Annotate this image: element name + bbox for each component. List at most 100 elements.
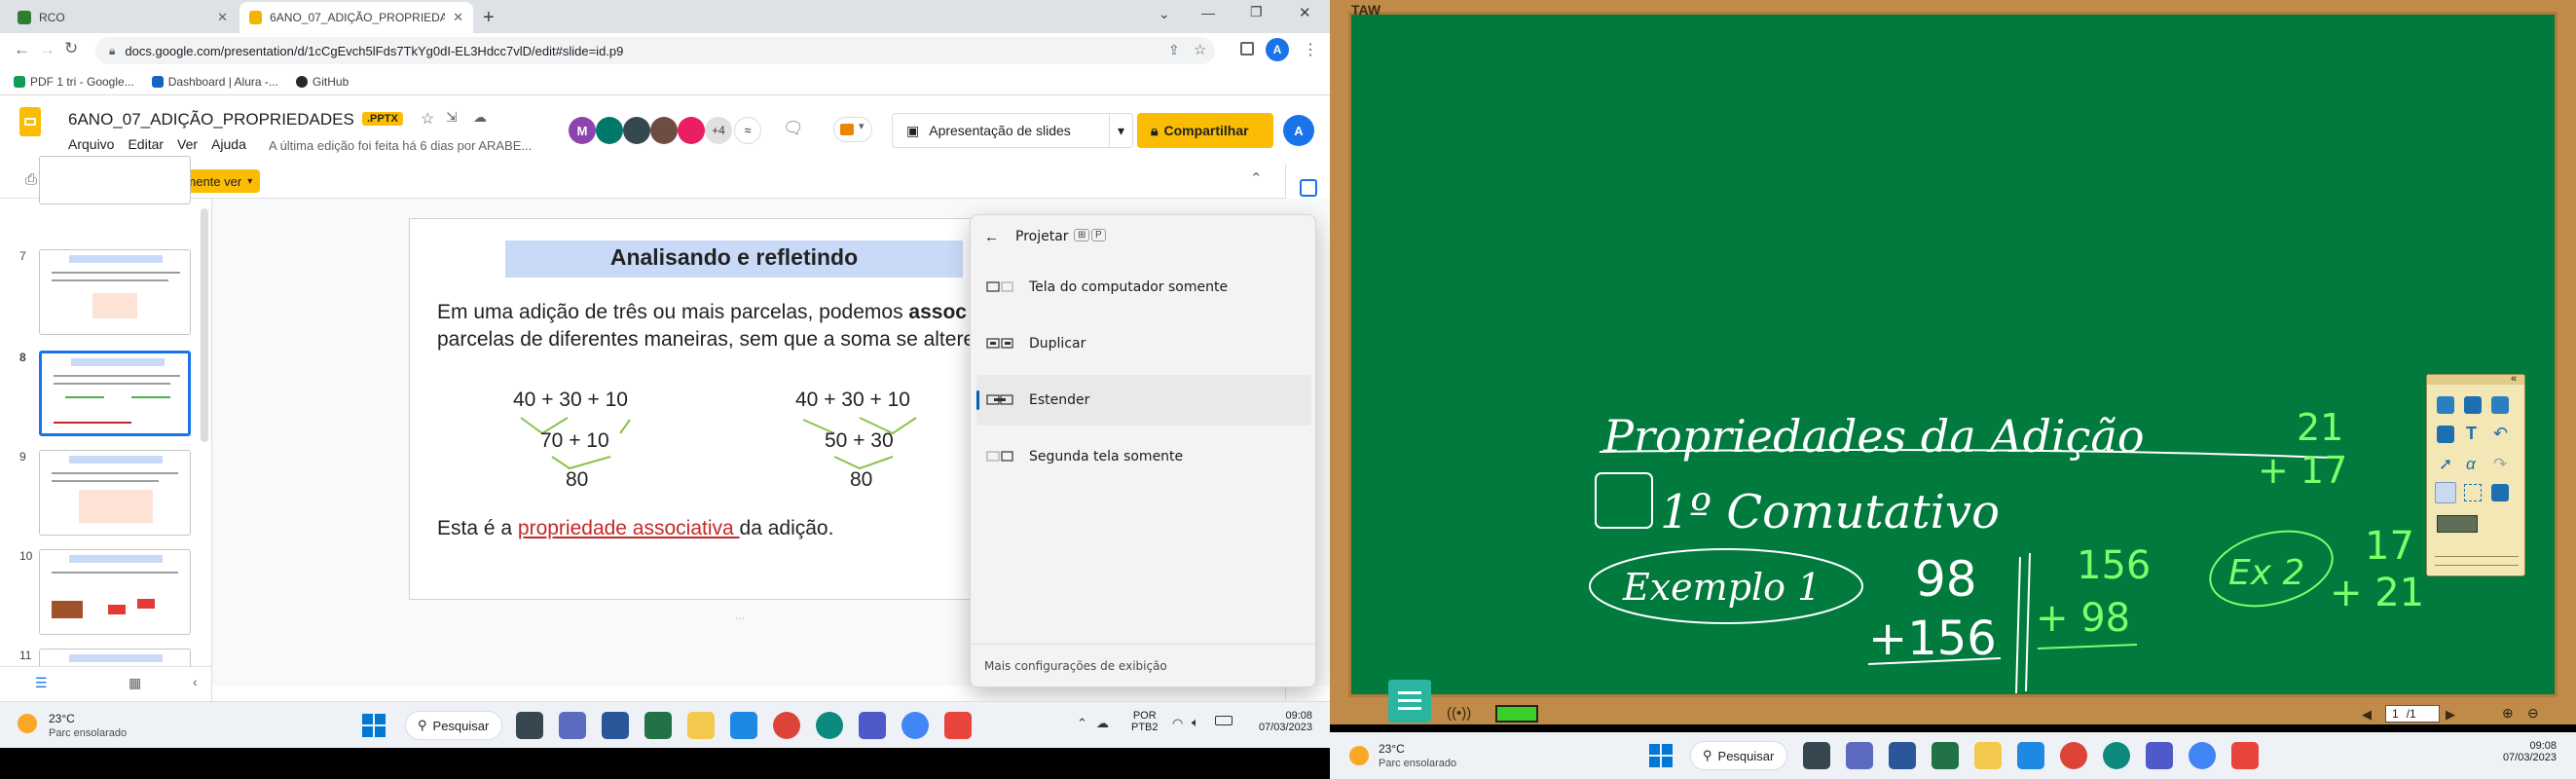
store-icon[interactable] bbox=[730, 712, 757, 739]
bookmark-pdf[interactable]: PDF 1 tri - Google... bbox=[14, 75, 134, 89]
wifi-icon[interactable]: ◠ bbox=[1172, 716, 1183, 731]
prev-page-icon[interactable]: ◀ bbox=[2362, 707, 2372, 723]
menu-arquivo[interactable]: Arquivo bbox=[68, 136, 114, 152]
taw-app-icon[interactable] bbox=[2231, 742, 2259, 769]
bookmark-github[interactable]: GitHub bbox=[295, 75, 349, 89]
weather-temp[interactable]: 23°C bbox=[1379, 742, 1405, 756]
file-explorer-icon[interactable] bbox=[1974, 742, 2002, 769]
slide-thumbnail-8-selected[interactable] bbox=[39, 351, 191, 436]
slide-thumbnail-7[interactable] bbox=[39, 249, 191, 335]
activity-icon[interactable]: ≈ bbox=[734, 117, 761, 144]
start-icon[interactable] bbox=[362, 714, 386, 737]
taskbar-search[interactable]: ⚲ Pesquisar bbox=[1690, 741, 1787, 770]
pen-tool-icon[interactable]: α bbox=[2466, 455, 2476, 474]
chrome-profile-icon[interactable] bbox=[902, 712, 929, 739]
word-icon[interactable] bbox=[602, 712, 629, 739]
back-icon[interactable]: ← bbox=[14, 40, 30, 59]
board-color-swatch[interactable] bbox=[2437, 515, 2478, 533]
option-duplicate[interactable]: Duplicar bbox=[976, 318, 1311, 369]
bookmark-alura[interactable]: Dashboard | Alura -... bbox=[151, 75, 278, 89]
eraser-tool-icon[interactable] bbox=[2437, 426, 2454, 443]
volume-icon[interactable]: 🔈︎ bbox=[1192, 715, 1199, 730]
meet-button[interactable]: ▾ bbox=[833, 117, 872, 142]
browser-menu-icon[interactable]: ⋮ bbox=[1303, 40, 1318, 59]
slides-logo-icon[interactable] bbox=[19, 107, 41, 136]
present-options-button[interactable]: ▾ bbox=[1109, 113, 1134, 148]
tab-slides[interactable]: 6ANO_07_ADIÇÃO_PROPRIEDADES ✕ bbox=[239, 2, 473, 33]
meet-chat-icon[interactable] bbox=[559, 712, 586, 739]
last-edit-note[interactable]: A última edição foi feita há 6 dias por … bbox=[269, 138, 532, 153]
taskbar-search[interactable]: ⚲ Pesquisar bbox=[405, 711, 502, 740]
menu-ajuda[interactable]: Ajuda bbox=[211, 136, 246, 152]
menu-editar[interactable]: Editar bbox=[128, 136, 164, 152]
task-view-icon[interactable] bbox=[1803, 742, 1830, 769]
weather-sun-icon[interactable] bbox=[1349, 746, 1369, 765]
collaborator-avatar[interactable] bbox=[678, 117, 705, 144]
side-app-icon[interactable] bbox=[1300, 179, 1317, 197]
weather-sun-icon[interactable] bbox=[18, 714, 37, 733]
tab-rco[interactable]: RCO ✕ bbox=[8, 2, 238, 33]
option-extend-selected[interactable]: Estender bbox=[976, 375, 1311, 426]
word-icon[interactable] bbox=[1889, 742, 1916, 769]
bucket-tool-icon[interactable] bbox=[2491, 484, 2509, 501]
account-avatar[interactable]: A bbox=[1283, 115, 1314, 146]
battery-icon[interactable] bbox=[1215, 716, 1233, 725]
print-icon[interactable]: ⎙ bbox=[25, 171, 37, 188]
profile-avatar[interactable]: A bbox=[1266, 38, 1289, 61]
bookmark-star-icon[interactable]: ☆ bbox=[1194, 41, 1206, 58]
close-tab-icon[interactable]: ✕ bbox=[217, 10, 228, 25]
present-button[interactable]: ▣ Apresentação de slides bbox=[892, 113, 1110, 148]
slide-thumbnail-10[interactable] bbox=[39, 549, 191, 635]
comments-icon[interactable]: 🗨︎ bbox=[783, 119, 804, 138]
share-button[interactable]: 🔒︎ Compartilhar bbox=[1137, 113, 1273, 148]
task-view-icon[interactable] bbox=[516, 712, 543, 739]
collaborator-avatar[interactable] bbox=[623, 117, 650, 144]
grid-view-icon[interactable]: ▦ bbox=[129, 675, 141, 691]
language-indicator[interactable]: POR PTB2 bbox=[1131, 710, 1159, 733]
teams-icon[interactable] bbox=[859, 712, 886, 739]
shapes-tool-icon[interactable] bbox=[2464, 396, 2482, 414]
maximize-icon[interactable]: ❐ bbox=[1250, 4, 1263, 20]
onedrive-icon[interactable]: ☁ bbox=[1096, 716, 1109, 731]
forward-icon[interactable]: → bbox=[39, 40, 55, 59]
resize-handle-icon[interactable]: ⋯ bbox=[735, 613, 745, 624]
collaborator-avatar[interactable]: M bbox=[569, 117, 596, 144]
next-page-icon[interactable]: ▶ bbox=[2446, 707, 2455, 723]
teams-icon[interactable] bbox=[2146, 742, 2173, 769]
edge-icon[interactable] bbox=[2103, 742, 2130, 769]
minimize-icon[interactable]: — bbox=[1201, 5, 1215, 20]
collapse-filmstrip-icon[interactable]: ‹ bbox=[193, 674, 198, 689]
image-tool-icon[interactable] bbox=[2491, 396, 2509, 414]
text-tool-icon[interactable]: T bbox=[2466, 424, 2477, 444]
tab-search-icon[interactable]: ⌄ bbox=[1159, 6, 1170, 22]
doc-title[interactable]: 6ANO_07_ADIÇÃO_PROPRIEDADES bbox=[68, 110, 354, 130]
line-tool-icon[interactable] bbox=[2435, 482, 2456, 503]
side-panel-icon[interactable] bbox=[1240, 42, 1254, 56]
select-area-icon[interactable] bbox=[2464, 484, 2482, 501]
undo-icon[interactable]: ↶ bbox=[2493, 424, 2508, 444]
share-page-icon[interactable]: ⇪ bbox=[1168, 42, 1180, 58]
pointer-tool-icon[interactable]: ➚ bbox=[2439, 455, 2452, 474]
redo-icon[interactable]: ↷ bbox=[2493, 455, 2507, 474]
excel-icon[interactable] bbox=[644, 712, 672, 739]
more-collaborators[interactable]: +4 bbox=[705, 117, 732, 144]
meet-chat-icon[interactable] bbox=[1846, 742, 1873, 769]
palette-grip[interactable] bbox=[2435, 556, 2519, 566]
more-display-settings-link[interactable]: Mais configurações de exibição bbox=[984, 659, 1167, 673]
page-indicator[interactable]: 1/1 bbox=[2385, 705, 2440, 723]
excel-icon[interactable] bbox=[1932, 742, 1959, 769]
new-tab-icon[interactable]: + bbox=[483, 7, 495, 29]
weather-desc[interactable]: Parc ensolarado bbox=[1379, 758, 1456, 769]
weather-temp[interactable]: 23°C bbox=[49, 712, 75, 725]
add-page-icon[interactable]: ⊕ bbox=[2502, 705, 2514, 722]
file-explorer-icon[interactable] bbox=[687, 712, 715, 739]
back-icon[interactable]: ← bbox=[984, 229, 999, 245]
taw-app-icon[interactable] bbox=[944, 712, 972, 739]
weather-desc[interactable]: Parc ensolarado bbox=[49, 727, 127, 739]
option-second-screen-only[interactable]: Segunda tela somente bbox=[976, 431, 1311, 482]
reload-icon[interactable]: ↻ bbox=[64, 39, 78, 58]
remove-page-icon[interactable]: ⊖ bbox=[2527, 705, 2539, 722]
close-window-icon[interactable]: ✕ bbox=[1299, 4, 1311, 21]
option-pc-screen-only[interactable]: Tela do computador somente bbox=[976, 262, 1311, 313]
collapse-toolbar-icon[interactable]: ⌃ bbox=[1250, 169, 1263, 187]
